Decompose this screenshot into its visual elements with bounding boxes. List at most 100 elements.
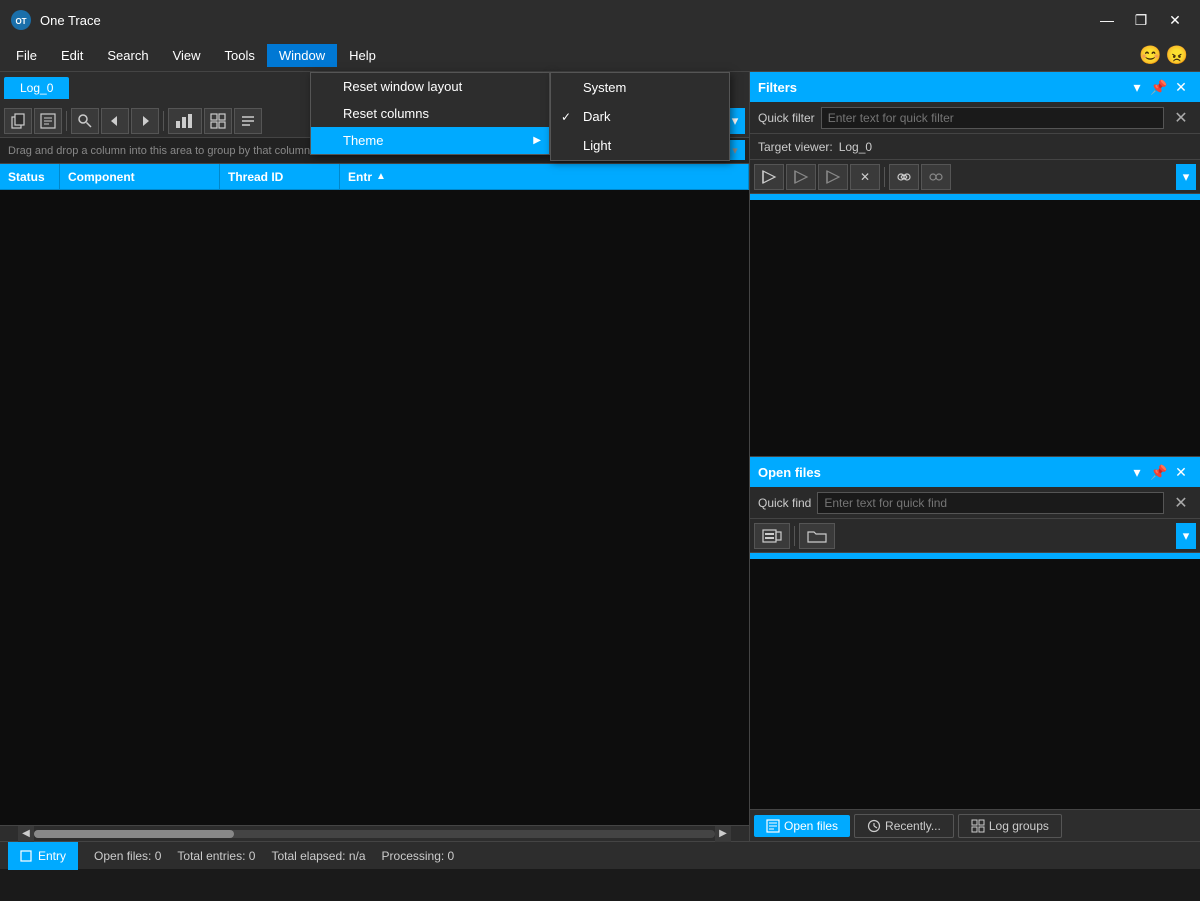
theme-system[interactable]: System — [551, 73, 729, 102]
log-groups-icon — [971, 819, 985, 833]
tab-recently[interactable]: Recently... — [854, 814, 954, 838]
theme-submenu: System ✓ Dark Light — [550, 72, 730, 161]
openfiles-close-btn[interactable]: ✕ — [1170, 461, 1192, 483]
menu-right: 😊 😠 — [1139, 45, 1196, 66]
theme-dark[interactable]: ✓ Dark — [551, 102, 729, 131]
menu-reset-window[interactable]: Reset window layout — [311, 73, 549, 100]
status-open-files: Open files: 0 — [94, 849, 161, 863]
theme-dark-label: Dark — [583, 109, 610, 124]
left-panel: Log_0 — [0, 72, 750, 841]
menu-window[interactable]: Window — [267, 44, 337, 67]
menu-reset-window-label: Reset window layout — [343, 79, 462, 94]
groupby-text: Drag and drop a column into this area to… — [8, 145, 310, 157]
openfiles-dropdown-toolbar-btn[interactable]: ▾ — [1176, 523, 1196, 549]
toolbar-stats-btn[interactable] — [168, 108, 202, 134]
filter-selected-bar — [750, 194, 1200, 200]
col-component-label: Component — [68, 170, 135, 184]
theme-system-label: System — [583, 80, 626, 95]
menu-theme[interactable]: Theme ▶ — [311, 127, 549, 154]
sad-emoji[interactable]: 😠 — [1166, 45, 1188, 66]
app-icon: OT — [10, 9, 32, 31]
quick-filter-input[interactable] — [821, 107, 1164, 129]
entry-tab[interactable]: Entry — [8, 842, 78, 870]
toolbar-sep2 — [163, 111, 164, 131]
filters-dropdown-btn[interactable]: ▾ — [1126, 76, 1148, 98]
content-area — [0, 190, 749, 825]
openfiles-add-btn[interactable] — [754, 523, 790, 549]
menu-theme-label: Theme — [343, 133, 383, 148]
status-total-elapsed: Total elapsed: n/a — [271, 849, 365, 863]
window-controls: — ❐ ✕ — [1092, 8, 1190, 32]
col-header-thread[interactable]: Thread ID — [220, 164, 340, 189]
toolbar-btn2[interactable] — [34, 108, 62, 134]
menu-tools[interactable]: Tools — [213, 44, 267, 67]
right-panel: Filters ▾ 📌 ✕ Quick filter ✕ Target view… — [750, 72, 1200, 841]
hscroll-track[interactable] — [34, 830, 715, 838]
menu-help[interactable]: Help — [337, 44, 388, 67]
toolbar-search-btn[interactable] — [71, 108, 99, 134]
filter-link-btn[interactable] — [889, 164, 919, 190]
svg-text:OT: OT — [15, 17, 26, 26]
entry-label: Entry — [38, 849, 66, 863]
hscroll-bar: ◀ ▶ — [0, 825, 749, 841]
col-header-component[interactable]: Component — [60, 164, 220, 189]
filter-unlink-btn[interactable] — [921, 164, 951, 190]
toolbar-grid-btn[interactable] — [204, 108, 232, 134]
theme-sub-arrow: ▶ — [533, 135, 541, 146]
quick-filter-clear-btn[interactable]: ✕ — [1170, 107, 1192, 129]
hscroll-thumb[interactable] — [34, 830, 234, 838]
openfiles-pin-btn[interactable]: 📌 — [1148, 461, 1170, 483]
openfiles-panel: Open files ▾ 📌 ✕ Quick find ✕ ▾ — [750, 457, 1200, 841]
openfiles-dropdown-btn[interactable]: ▾ — [1126, 461, 1148, 483]
menu-reset-columns-label: Reset columns — [343, 106, 429, 121]
menu-search[interactable]: Search — [95, 44, 160, 67]
recently-icon — [867, 819, 881, 833]
menu-edit[interactable]: Edit — [49, 44, 95, 67]
open-files-icon — [766, 819, 780, 833]
tab-open-files[interactable]: Open files — [754, 815, 850, 837]
toolbar-copy-btn[interactable] — [4, 108, 32, 134]
col-header-status[interactable]: Status — [0, 164, 60, 189]
close-button[interactable]: ✕ — [1160, 8, 1190, 32]
filter-dropdown-btn[interactable]: ▾ — [1176, 164, 1196, 190]
col-status-label: Status — [8, 170, 45, 184]
toolbar-next-btn[interactable] — [131, 108, 159, 134]
theme-light[interactable]: Light — [551, 131, 729, 160]
log-tab[interactable]: Log_0 — [4, 77, 69, 99]
scroll-right-btn[interactable]: ▶ — [715, 826, 731, 842]
quick-find-label: Quick find — [758, 496, 811, 510]
toolbar-extra-btn[interactable] — [234, 108, 262, 134]
filter-btn2[interactable] — [786, 164, 816, 190]
filters-title: Filters — [758, 80, 1126, 95]
col-header-entry[interactable]: Entr ▲ — [340, 164, 749, 189]
happy-emoji[interactable]: 😊 — [1139, 45, 1161, 66]
quick-filter-label: Quick filter — [758, 111, 815, 125]
app-title: One Trace — [40, 13, 1084, 28]
tab-open-files-label: Open files — [784, 819, 838, 833]
quick-find-input[interactable] — [817, 492, 1164, 514]
maximize-button[interactable]: ❐ — [1126, 8, 1156, 32]
menu-bar: File Edit Search View Tools Window Help … — [0, 40, 1200, 72]
filters-close-btn[interactable]: ✕ — [1170, 76, 1192, 98]
entry-icon — [20, 850, 32, 862]
filter-btn3[interactable] — [818, 164, 848, 190]
menu-file[interactable]: File — [4, 44, 49, 67]
filter-add-btn[interactable] — [754, 164, 784, 190]
toolbar-prev-btn[interactable] — [101, 108, 129, 134]
filters-pin-btn[interactable]: 📌 — [1148, 76, 1170, 98]
quick-find-clear-btn[interactable]: ✕ — [1170, 492, 1192, 514]
scroll-left-btn[interactable]: ◀ — [18, 826, 34, 842]
tab-label: Log_0 — [20, 81, 53, 95]
status-bar: Entry Open files: 0 Total entries: 0 Tot… — [0, 841, 1200, 869]
status-total-entries: Total entries: 0 — [177, 849, 255, 863]
menu-reset-columns[interactable]: Reset columns — [311, 100, 549, 127]
minimize-button[interactable]: — — [1092, 8, 1122, 32]
status-processing: Processing: 0 — [382, 849, 455, 863]
menu-view[interactable]: View — [161, 44, 213, 67]
filter-list-area — [750, 194, 1200, 456]
filter-delete-btn[interactable]: ✕ — [850, 164, 880, 190]
col-thread-label: Thread ID — [228, 170, 283, 184]
openfiles-folder-btn[interactable] — [799, 523, 835, 549]
tab-log-groups[interactable]: Log groups — [958, 814, 1062, 838]
col-entry-label: Entr — [348, 170, 372, 184]
